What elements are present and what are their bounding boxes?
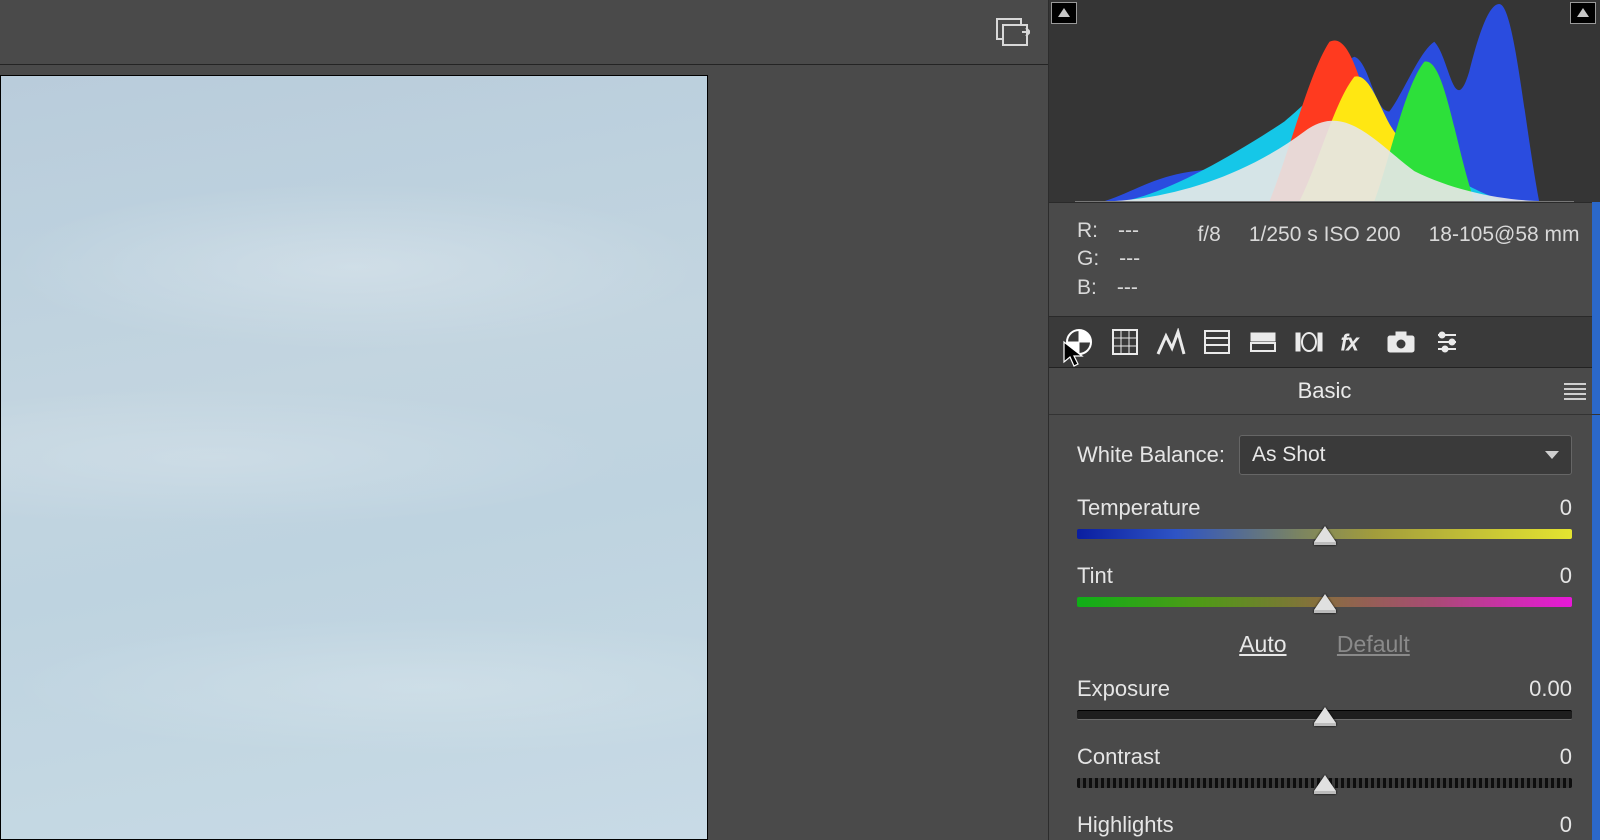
g-value: --- bbox=[1119, 245, 1140, 273]
exif-readout: f/8 1/250 s ISO 200 18-105@58 mm bbox=[1197, 217, 1580, 302]
panel-menu-icon[interactable] bbox=[1564, 380, 1586, 403]
b-value: --- bbox=[1117, 274, 1138, 302]
contrast-label: Contrast bbox=[1077, 744, 1160, 770]
basic-panel: White Balance: As Shot Temperature 0 Tint… bbox=[1049, 415, 1600, 840]
top-toolbar bbox=[0, 0, 1048, 65]
chevron-down-icon bbox=[1545, 451, 1559, 459]
image-preview[interactable] bbox=[0, 75, 708, 840]
temperature-slider[interactable]: Temperature 0 bbox=[1077, 495, 1572, 539]
tab-basic[interactable] bbox=[1061, 325, 1097, 359]
highlights-label: Highlights bbox=[1077, 812, 1174, 838]
workspace-switch-icon[interactable] bbox=[996, 18, 1030, 46]
tint-label: Tint bbox=[1077, 563, 1113, 589]
highlights-slider[interactable]: Highlights 0 bbox=[1077, 812, 1572, 838]
shutter-value: 1/250 s bbox=[1249, 217, 1318, 253]
temperature-label: Temperature bbox=[1077, 495, 1201, 521]
exposure-slider[interactable]: Exposure 0.00 bbox=[1077, 676, 1572, 720]
tab-curve[interactable] bbox=[1107, 325, 1143, 359]
rgb-readout: R: --- G: --- B: --- bbox=[1077, 217, 1197, 302]
histogram-panel bbox=[1049, 0, 1600, 202]
tab-presets[interactable] bbox=[1429, 325, 1465, 359]
histogram[interactable] bbox=[1075, 2, 1574, 202]
adjustment-tabs: fx bbox=[1049, 317, 1600, 368]
default-button: Default bbox=[1337, 631, 1410, 657]
canvas-area bbox=[0, 0, 1048, 840]
tab-detail[interactable] bbox=[1153, 325, 1189, 359]
tint-slider[interactable]: Tint 0 bbox=[1077, 563, 1572, 607]
g-label: G: bbox=[1077, 245, 1099, 273]
shadow-clip-icon[interactable] bbox=[1051, 2, 1077, 24]
tab-fx[interactable]: fx bbox=[1337, 325, 1373, 359]
contrast-slider[interactable]: Contrast 0 bbox=[1077, 744, 1572, 788]
info-readout: R: --- G: --- B: --- f/8 1/250 s ISO 200 18-1… bbox=[1049, 202, 1600, 317]
contrast-value[interactable]: 0 bbox=[1492, 744, 1572, 770]
white-balance-label: White Balance: bbox=[1077, 442, 1225, 468]
white-balance-value: As Shot bbox=[1252, 443, 1326, 467]
exposure-value[interactable]: 0.00 bbox=[1492, 676, 1572, 702]
highlights-value[interactable]: 0 bbox=[1492, 812, 1572, 838]
exposure-label: Exposure bbox=[1077, 676, 1170, 702]
r-label: R: bbox=[1077, 217, 1098, 245]
iso-value: ISO 200 bbox=[1324, 217, 1401, 253]
temperature-value[interactable]: 0 bbox=[1492, 495, 1572, 521]
lens-value: 18-105@58 mm bbox=[1429, 217, 1580, 253]
auto-button[interactable]: Auto bbox=[1239, 631, 1286, 657]
svg-text:fx: fx bbox=[1341, 330, 1359, 354]
tint-value[interactable]: 0 bbox=[1492, 563, 1572, 589]
tab-lens[interactable] bbox=[1291, 325, 1327, 359]
auto-default-row: Auto Default bbox=[1077, 631, 1572, 658]
tab-hsl[interactable] bbox=[1199, 325, 1235, 359]
aperture-value: f/8 bbox=[1197, 217, 1220, 253]
panel-header: Basic bbox=[1049, 368, 1600, 415]
right-panel: R: --- G: --- B: --- f/8 1/250 s ISO 200 18-1… bbox=[1048, 0, 1600, 840]
b-label: B: bbox=[1077, 274, 1097, 302]
r-value: --- bbox=[1118, 217, 1139, 245]
panel-title: Basic bbox=[1298, 378, 1352, 403]
tab-camera[interactable] bbox=[1383, 325, 1419, 359]
tab-split-tone[interactable] bbox=[1245, 325, 1281, 359]
white-balance-select[interactable]: As Shot bbox=[1239, 435, 1572, 475]
